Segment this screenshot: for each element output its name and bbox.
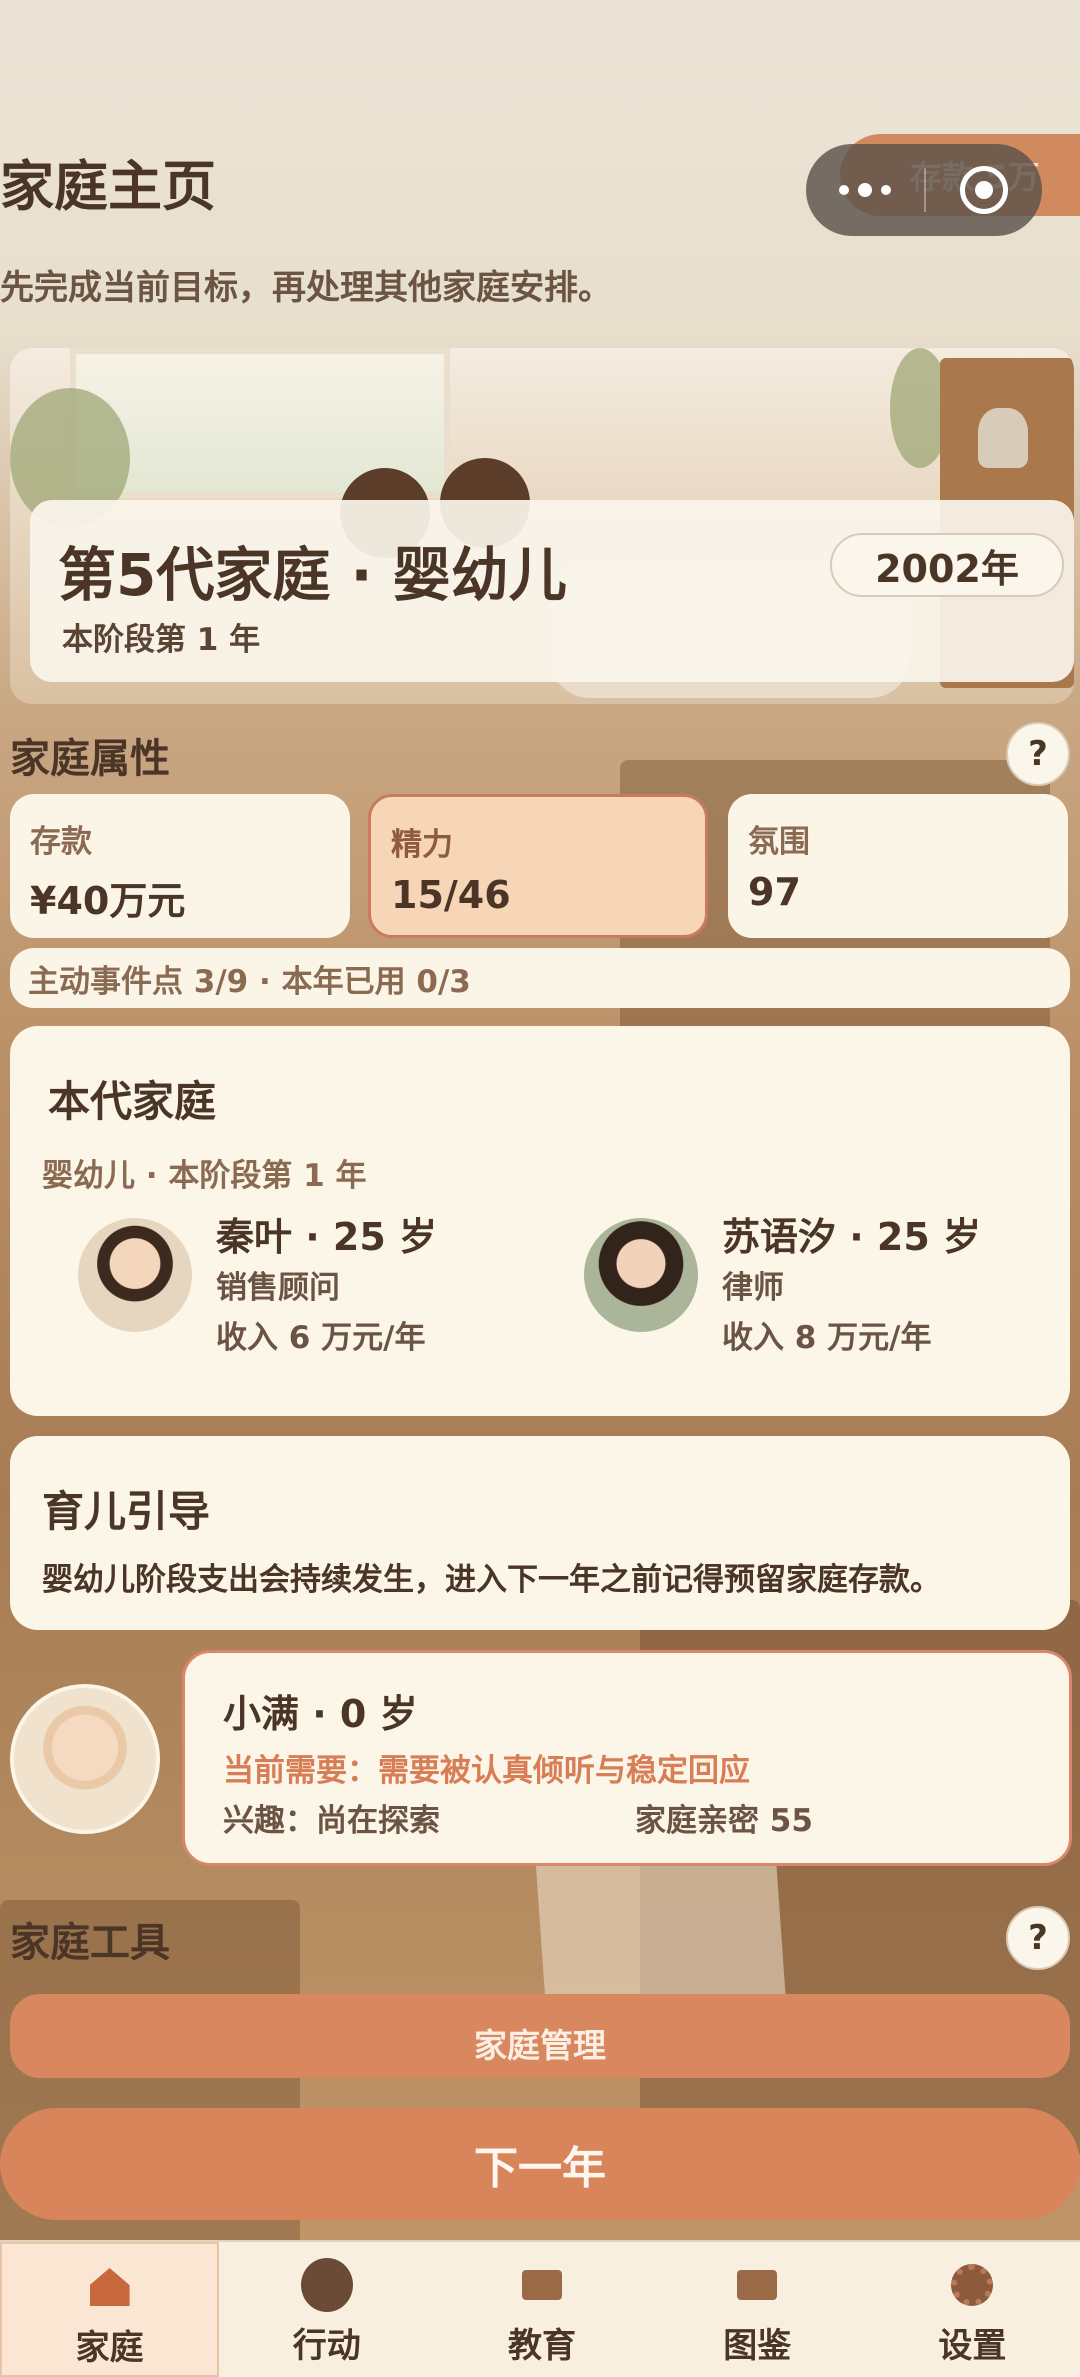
bottom-tab-bar: 家庭 行动 教育 图鉴 设置 xyxy=(0,2240,1080,2377)
stat-energy: 精力 15/46 xyxy=(368,794,708,938)
miniapp-capsule[interactable] xyxy=(806,144,1042,236)
album-icon xyxy=(731,2262,783,2308)
parenting-guide-card: 育儿引导 婴幼儿阶段支出会持续发生，进入下一年之前记得预留家庭存款。 xyxy=(10,1436,1070,1630)
child-need: 当前需要：需要被认真倾听与稳定回应 xyxy=(223,1753,750,1789)
tools-help-button[interactable]: ? xyxy=(1006,1906,1070,1970)
tab-education[interactable]: 教育 xyxy=(434,2242,649,2377)
tab-settings[interactable]: 设置 xyxy=(865,2242,1080,2377)
action-icon xyxy=(300,2258,353,2312)
stat-atmosphere: 氛围 97 xyxy=(728,794,1068,938)
more-icon[interactable] xyxy=(806,144,924,236)
gear-icon xyxy=(946,2262,998,2308)
book-icon xyxy=(516,2262,568,2308)
parent-job: 销售顾问 xyxy=(216,1270,340,1306)
family-stage: 婴幼儿 · 本阶段第 1 年 xyxy=(42,1158,367,1194)
stat-label: 存款 xyxy=(30,824,92,860)
tab-family[interactable]: 家庭 xyxy=(0,2242,220,2377)
stat-value: 15/46 xyxy=(391,873,511,917)
attributes-help-button[interactable]: ? xyxy=(1006,722,1070,786)
generation-title: 第5代家庭 · 婴幼儿 xyxy=(58,541,567,609)
family-manage-button[interactable]: 家庭管理 xyxy=(10,1994,1070,2078)
tab-label: 设置 xyxy=(938,2326,1007,2366)
tab-album[interactable]: 图鉴 xyxy=(650,2242,865,2377)
event-points: 主动事件点 3/9 · 本年已用 0/3 xyxy=(10,948,1070,1008)
parent-name: 苏语汐 · 25 岁 xyxy=(722,1215,982,1259)
guide-text: 婴幼儿阶段支出会持续发生，进入下一年之前记得预留家庭存款。 xyxy=(42,1562,941,1598)
parent-income: 收入 8 万元/年 xyxy=(722,1320,932,1356)
tab-label: 行动 xyxy=(292,2326,361,2366)
tools-title: 家庭工具 xyxy=(10,1920,170,1966)
stat-savings: 存款 ¥40万元 xyxy=(10,794,350,938)
child-avatar[interactable] xyxy=(10,1684,160,1834)
parent-income: 收入 6 万元/年 xyxy=(216,1320,426,1356)
child-card[interactable]: 小满 · 0 岁 当前需要：需要被认真倾听与稳定回应 兴趣：尚在探索 家庭亲密 … xyxy=(182,1650,1072,1866)
child-bond: 家庭亲密 55 xyxy=(635,1803,813,1839)
stat-label: 氛围 xyxy=(748,824,810,860)
family-title: 本代家庭 xyxy=(48,1077,217,1126)
page-title: 家庭主页 xyxy=(0,155,216,218)
stat-value: ¥40万元 xyxy=(30,879,186,923)
page-subtitle: 先完成当前目标，再处理其他家庭安排。 xyxy=(0,268,612,308)
close-icon[interactable] xyxy=(926,144,1042,236)
house-icon xyxy=(84,2264,136,2310)
tab-label: 家庭 xyxy=(75,2328,144,2368)
stage-year: 本阶段第 1 年 xyxy=(62,622,261,658)
tab-label: 图鉴 xyxy=(723,2326,792,2366)
tab-label: 教育 xyxy=(508,2326,576,2366)
parent-name: 秦叶 · 25 岁 xyxy=(216,1215,438,1259)
attributes-title: 家庭属性 xyxy=(10,736,170,782)
family-card: 本代家庭 婴幼儿 · 本阶段第 1 年 秦叶 · 25 岁 销售顾问 收入 6 … xyxy=(10,1026,1070,1416)
child-interest: 兴趣：尚在探索 xyxy=(223,1803,440,1839)
tab-action[interactable]: 行动 xyxy=(219,2242,434,2377)
stat-label: 精力 xyxy=(391,827,453,863)
avatar xyxy=(78,1218,192,1332)
next-year-button[interactable]: 下一年 xyxy=(0,2108,1080,2220)
stat-value: 97 xyxy=(748,870,801,914)
child-name: 小满 · 0 岁 xyxy=(223,1692,418,1736)
parent-job: 律师 xyxy=(722,1270,784,1306)
avatar xyxy=(584,1218,698,1332)
guide-title: 育儿引导 xyxy=(42,1487,211,1536)
year-badge: 2002年 xyxy=(830,533,1064,597)
